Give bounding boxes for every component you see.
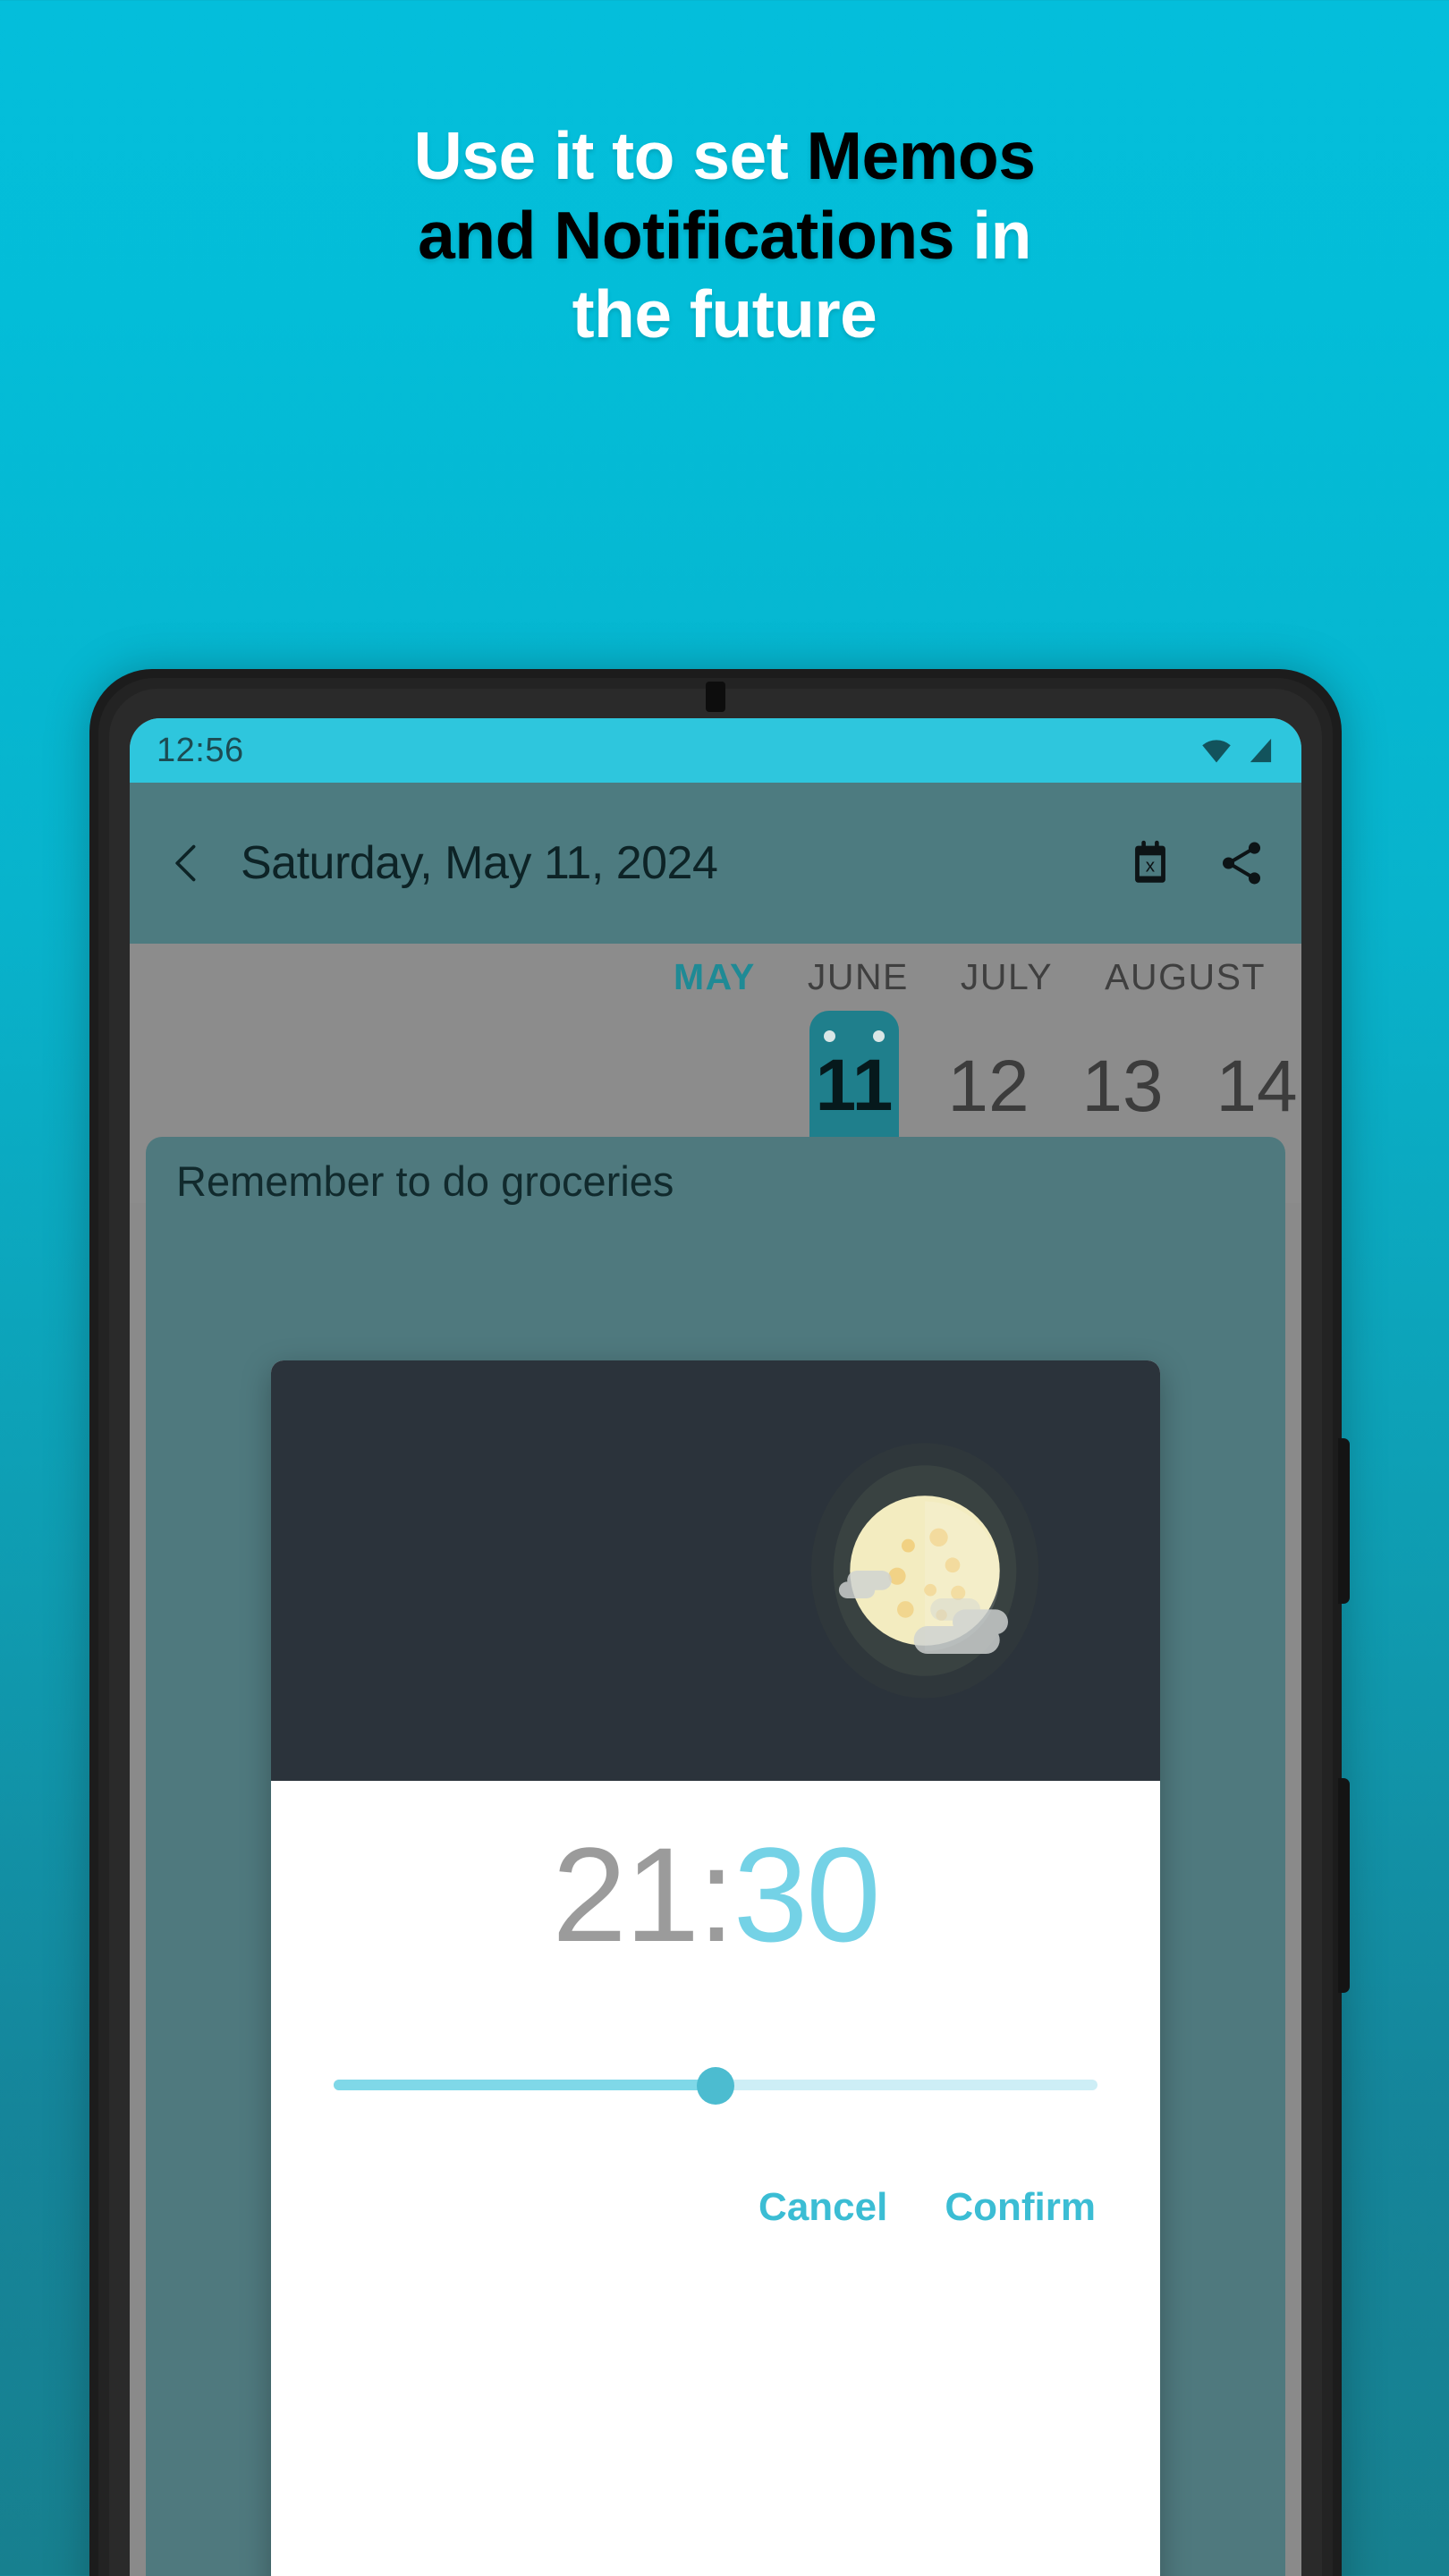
headline-segment-white-3: the future: [572, 276, 877, 352]
wifi-icon: [1202, 740, 1231, 763]
headline-segment-white-2: in: [953, 197, 1031, 273]
cellular-signal-icon: [1250, 738, 1272, 763]
page-title: Saturday, May 11, 2024: [241, 837, 718, 889]
time-display: 21:30: [271, 1827, 1160, 1962]
calendar-remove-icon[interactable]: x: [1124, 837, 1176, 889]
memo-title: Remember to do groceries: [176, 1157, 674, 1205]
time-picker-body: 21:30 Cancel Confirm: [271, 1781, 1160, 2230]
app-bar: Saturday, May 11, 2024 x: [130, 783, 1301, 944]
status-bar-icons: [1199, 736, 1275, 765]
promo-headline: Use it to set Memos and Notifications in…: [0, 116, 1449, 354]
month-tab-july[interactable]: JULY: [961, 956, 1053, 998]
phone-earpiece-speaker: [706, 682, 725, 712]
status-bar: 12:56: [130, 718, 1301, 783]
day-cell-13[interactable]: 13: [1078, 1011, 1167, 1129]
phone-screen: 12:56 Saturday, May 11, 2024 x MAY JUNE …: [130, 718, 1301, 2576]
month-tab-june[interactable]: JUNE: [808, 956, 909, 998]
time-minutes[interactable]: 30: [733, 1819, 881, 1970]
slider-track-fill: [334, 2080, 716, 2090]
day-number: 11: [815, 1045, 894, 1126]
share-icon[interactable]: [1216, 837, 1267, 889]
time-separator: :: [698, 1819, 735, 1970]
month-tabs: MAY JUNE JULY AUGUST: [130, 956, 1301, 1011]
event-marker-dot: [824, 1030, 835, 1042]
event-marker-dot: [873, 1030, 885, 1042]
headline-segment-black-1: Memos: [806, 118, 1036, 193]
month-tab-august[interactable]: AUGUST: [1105, 956, 1266, 998]
memo-sheet: Remember to do groceries 21:30 Cancel Co…: [146, 1137, 1285, 2576]
phone-volume-button[interactable]: [1338, 1438, 1350, 1604]
day-cell-12[interactable]: 12: [944, 1011, 1033, 1129]
svg-text:x: x: [1146, 856, 1156, 877]
dialog-actions: Cancel Confirm: [271, 2103, 1160, 2230]
slider-thumb[interactable]: [697, 2067, 734, 2105]
chevron-left-icon[interactable]: [164, 840, 210, 886]
time-picker-hero: [271, 1360, 1160, 1781]
cancel-button[interactable]: Cancel: [758, 2185, 887, 2230]
confirm-button[interactable]: Confirm: [945, 2185, 1096, 2230]
month-tab-may[interactable]: MAY: [674, 956, 756, 998]
status-bar-clock: 12:56: [157, 731, 244, 769]
time-picker-dialog: 21:30 Cancel Confirm: [271, 1360, 1160, 2576]
day-event-markers: [824, 1030, 885, 1042]
time-hours[interactable]: 21: [552, 1819, 699, 1970]
headline-segment-black-2: and Notifications: [418, 197, 954, 273]
headline-segment-white-1: Use it to set: [413, 118, 807, 193]
moon-night-illustration: [810, 1443, 1039, 1699]
day-cell-14[interactable]: 14: [1212, 1011, 1301, 1129]
phone-power-button[interactable]: [1338, 1778, 1350, 1993]
time-slider[interactable]: [334, 2067, 1097, 2105]
phone-mockup: 12:56 Saturday, May 11, 2024 x MAY JUNE …: [89, 669, 1350, 2576]
